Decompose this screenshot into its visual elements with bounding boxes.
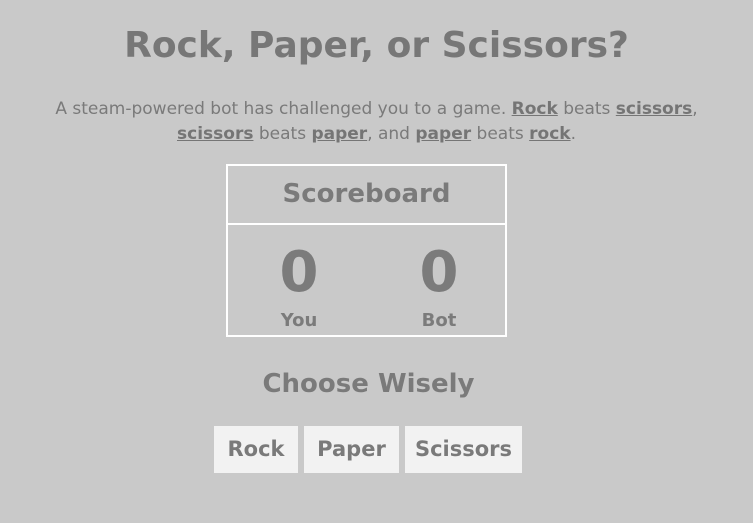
rule-scissors: scissors xyxy=(615,99,693,119)
intro-text: A steam-powered bot has challenged you t… xyxy=(20,97,733,147)
intro-text-part: . xyxy=(570,124,576,144)
intro-text-part: , xyxy=(692,99,698,119)
bot-score-label: Bot xyxy=(421,310,457,331)
rule-rock: Rock xyxy=(511,99,558,119)
scoreboard-title: Scoreboard xyxy=(228,166,505,225)
paper-button[interactable]: Paper xyxy=(304,426,399,473)
choose-heading: Choose Wisely xyxy=(262,369,475,399)
intro-text-part: A steam-powered bot has challenged you t… xyxy=(55,99,512,119)
rule-rock: rock xyxy=(529,124,571,144)
intro-text-part: beats xyxy=(253,124,312,144)
page-title: Rock, Paper, or Scissors? xyxy=(124,25,629,66)
player-score-value: 0 xyxy=(279,240,319,305)
intro-text-part: beats xyxy=(557,99,616,119)
rock-button[interactable]: Rock xyxy=(214,426,298,473)
bot-score: 0 Bot xyxy=(389,242,489,332)
rule-paper: paper xyxy=(415,124,472,144)
rule-scissors: scissors xyxy=(177,124,254,144)
bot-score-value: 0 xyxy=(419,240,459,305)
scoreboard: Scoreboard 0 You 0 Bot xyxy=(226,164,507,337)
player-score-label: You xyxy=(280,310,318,331)
rule-paper: paper xyxy=(311,124,368,144)
intro-text-part: , and xyxy=(367,124,416,144)
scissors-button[interactable]: Scissors xyxy=(405,426,522,473)
player-score: 0 You xyxy=(249,242,349,332)
intro-text-part: beats xyxy=(471,124,530,144)
